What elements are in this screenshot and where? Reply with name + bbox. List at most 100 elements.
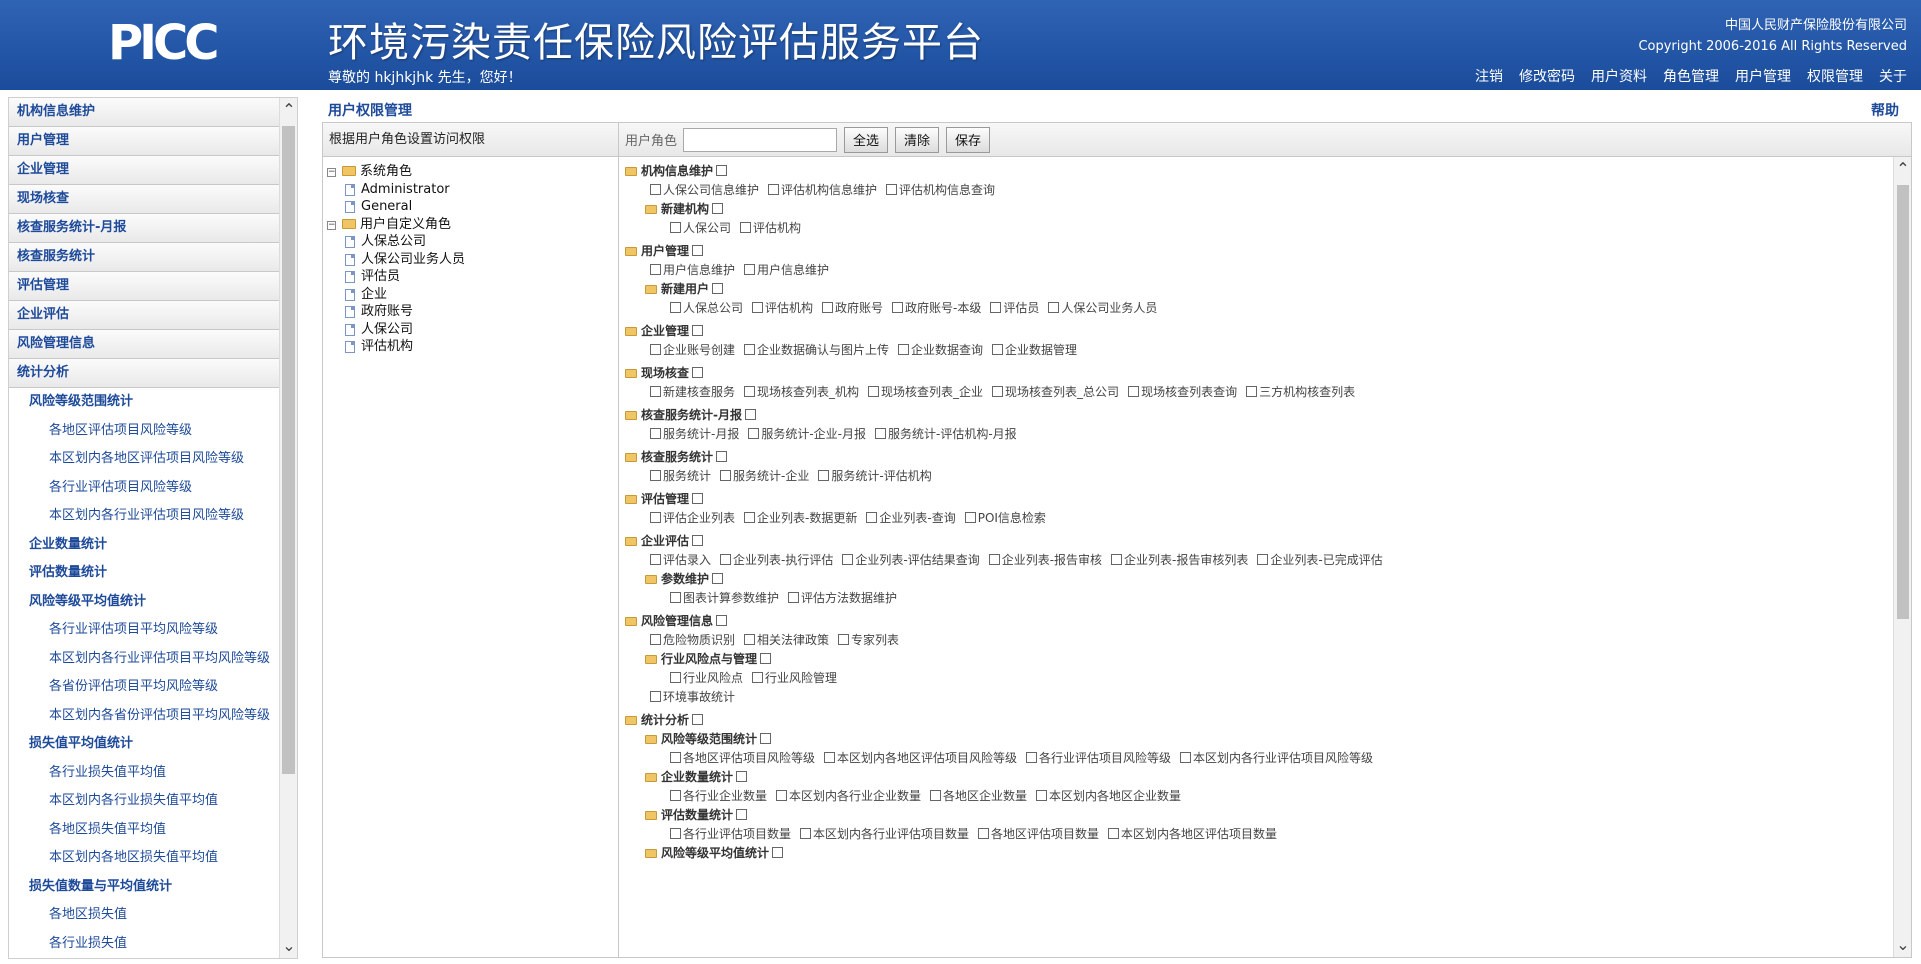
help-link[interactable]: 帮助 — [1871, 100, 1899, 120]
permission-checkbox[interactable] — [650, 428, 661, 439]
tree-leaf[interactable]: 人保总公司 — [327, 233, 618, 251]
permission-checkbox[interactable] — [990, 302, 1002, 313]
permission-option[interactable]: 用户信息维护 — [647, 263, 735, 277]
tree-node-custom-roles[interactable]: − 用户自定义角色 — [327, 216, 618, 234]
sidebar-item-enterprise-assessment[interactable]: 企业评估 — [9, 301, 297, 330]
permission-option[interactable]: 服务统计-月报 — [647, 427, 739, 441]
nav-about[interactable]: 关于 — [1879, 66, 1907, 86]
permission-checkbox[interactable] — [838, 634, 850, 645]
sidebar-item-onsite-check[interactable]: 现场核查 — [9, 185, 297, 214]
permission-option[interactable]: 行业风险管理 — [749, 671, 837, 685]
sidebar-sub-risk-range[interactable]: 风险等级范围统计 — [9, 388, 297, 417]
permission-option[interactable]: 用户信息维护 — [741, 263, 829, 277]
sidebar-sub-loss-average[interactable]: 损失值平均值统计 — [9, 730, 297, 759]
permission-checkbox[interactable] — [744, 386, 756, 397]
permission-option[interactable]: 现场核查列表_总公司 — [989, 385, 1119, 399]
permission-option[interactable]: 服务统计-企业-月报 — [745, 427, 866, 441]
permission-checkbox[interactable] — [776, 790, 788, 801]
chevron-up-icon[interactable]: ⌃ — [1894, 159, 1912, 179]
permission-option[interactable]: 现场核查列表查询 — [1125, 385, 1237, 399]
permission-option[interactable]: 评估机构 — [737, 221, 801, 235]
permission-checkbox[interactable] — [736, 771, 748, 782]
sidebar-scrollbar[interactable]: ⌃ ⌄ — [279, 98, 297, 958]
sidebar-item-check-stats[interactable]: 核查服务统计 — [9, 243, 297, 272]
nav-logout[interactable]: 注销 — [1475, 66, 1503, 86]
sidebar-link[interactable]: 本区划内各省份评估项目平均风险等级 — [9, 702, 297, 731]
permission-checkbox[interactable] — [692, 714, 704, 725]
permission-checkbox[interactable] — [752, 302, 764, 313]
permission-option[interactable]: 服务统计-评估机构-月报 — [872, 427, 1017, 441]
permission-checkbox[interactable] — [716, 451, 728, 462]
permission-checkbox[interactable] — [988, 554, 1000, 565]
permission-checkbox[interactable] — [868, 386, 880, 397]
permission-option[interactable]: 企业列表-数据更新 — [741, 511, 857, 525]
scrollbar-thumb[interactable] — [1897, 185, 1909, 619]
permission-option[interactable]: 企业列表-报告审核列表 — [1108, 553, 1248, 567]
permission-checkbox[interactable] — [744, 634, 756, 645]
permission-option[interactable]: 评估员 — [987, 301, 1039, 315]
permission-checkbox[interactable] — [744, 512, 756, 523]
permission-option[interactable]: 相关法律政策 — [741, 633, 829, 647]
sidebar-link[interactable]: 本区划内各行业评估项目平均风险等级 — [9, 645, 297, 674]
permission-option[interactable]: 评估机构信息查询 — [883, 183, 995, 197]
permission-checkbox[interactable] — [1026, 752, 1038, 763]
permission-checkbox[interactable] — [1257, 554, 1269, 565]
permission-checkbox[interactable] — [712, 573, 724, 584]
clear-button[interactable]: 清除 — [895, 126, 940, 153]
permission-scrollbar[interactable]: ⌃ ⌄ — [1893, 157, 1911, 957]
role-input[interactable] — [683, 127, 838, 152]
permission-checkbox[interactable] — [752, 672, 764, 683]
permission-checkbox[interactable] — [670, 752, 681, 763]
permission-option[interactable]: 服务统计-企业 — [717, 469, 809, 483]
permission-checkbox[interactable] — [650, 554, 661, 565]
permission-option[interactable]: 评估机构信息维护 — [765, 183, 877, 197]
permission-checkbox[interactable] — [670, 222, 681, 233]
permission-checkbox[interactable] — [768, 184, 780, 195]
permission-option[interactable]: 企业数据查询 — [895, 343, 983, 357]
permission-checkbox[interactable] — [818, 470, 830, 481]
permission-option[interactable]: 各行业评估项目数量 — [667, 827, 791, 841]
permission-checkbox[interactable] — [744, 264, 756, 275]
permission-option[interactable]: POI信息检索 — [962, 511, 1046, 525]
tree-leaf[interactable]: 企业 — [327, 286, 618, 304]
permission-option[interactable]: 环境事故统计 — [647, 690, 735, 704]
save-button[interactable]: 保存 — [946, 126, 991, 153]
permission-checkbox[interactable] — [1111, 554, 1123, 565]
sidebar-link[interactable]: 各行业损失值平均值 — [9, 759, 297, 788]
sidebar-item-user-management[interactable]: 用户管理 — [9, 127, 297, 156]
permission-checkbox[interactable] — [1128, 386, 1140, 397]
permission-checkbox[interactable] — [650, 634, 661, 645]
permission-checkbox[interactable] — [822, 302, 834, 313]
sidebar-sub-assessment-count[interactable]: 评估数量统计 — [9, 559, 297, 588]
chevron-down-icon[interactable]: ⌄ — [280, 936, 297, 956]
select-all-button[interactable]: 全选 — [844, 126, 889, 153]
permission-checkbox[interactable] — [650, 512, 661, 523]
permission-option[interactable]: 人保公司 — [667, 221, 731, 235]
sidebar-item-assessment-management[interactable]: 评估管理 — [9, 272, 297, 301]
permission-checkbox[interactable] — [692, 535, 704, 546]
nav-role-management[interactable]: 角色管理 — [1663, 66, 1719, 86]
permission-option[interactable]: 评估录入 — [647, 553, 711, 567]
sidebar-link[interactable]: 各行业损失值 — [9, 930, 297, 959]
permission-checkbox[interactable] — [720, 554, 732, 565]
permission-option[interactable]: 评估企业列表 — [647, 511, 735, 525]
permission-option[interactable]: 各行业评估项目风险等级 — [1023, 751, 1171, 765]
scrollbar-thumb[interactable] — [282, 126, 295, 774]
permission-option[interactable]: 各地区企业数量 — [927, 789, 1027, 803]
permission-checkbox[interactable] — [692, 245, 704, 256]
permission-checkbox[interactable] — [1108, 828, 1120, 839]
tree-node-system-roles[interactable]: − 系统角色 — [327, 163, 618, 181]
permission-checkbox[interactable] — [1036, 790, 1048, 801]
sidebar-sub-enterprise-count[interactable]: 企业数量统计 — [9, 531, 297, 560]
permission-checkbox[interactable] — [1048, 302, 1060, 313]
permission-option[interactable]: 企业列表-查询 — [863, 511, 956, 525]
permission-checkbox[interactable] — [748, 428, 760, 439]
permission-checkbox[interactable] — [692, 367, 704, 378]
permission-checkbox[interactable] — [800, 828, 812, 839]
permission-option[interactable]: 各地区评估项目数量 — [975, 827, 1099, 841]
sidebar-item-statistics[interactable]: 统计分析 — [9, 359, 297, 388]
tree-leaf[interactable]: 评估机构 — [327, 338, 618, 356]
permission-option[interactable]: 三方机构核查列表 — [1243, 385, 1355, 399]
permission-option[interactable]: 企业列表-执行评估 — [717, 553, 833, 567]
permission-option[interactable]: 企业数据管理 — [989, 343, 1077, 357]
